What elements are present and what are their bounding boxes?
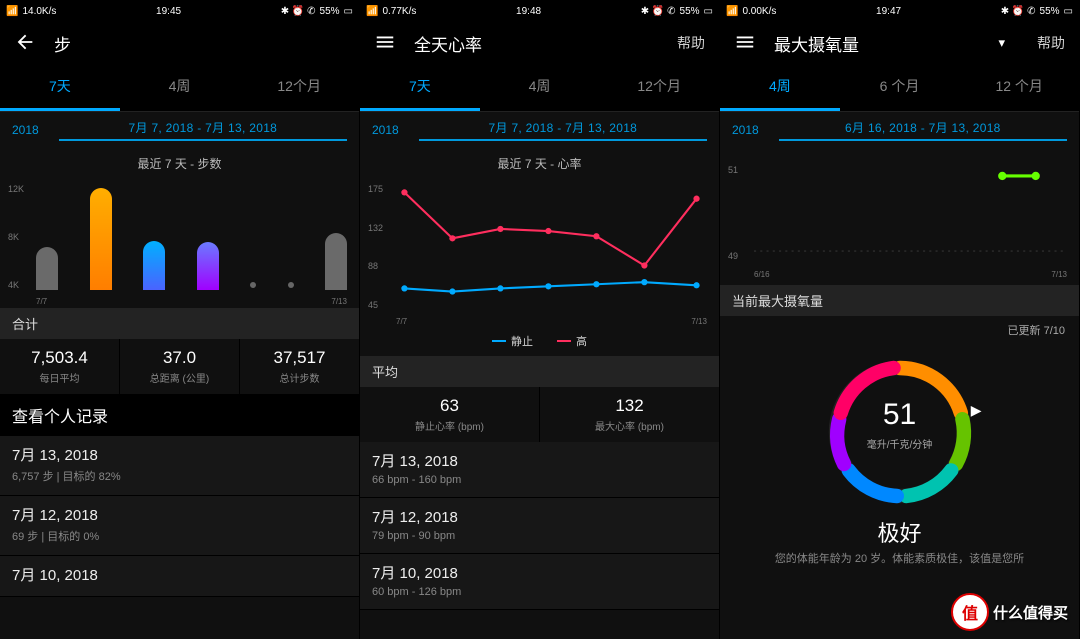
records-heading[interactable]: 查看个人记录 [0,394,359,436]
updated-label: 已更新 7/10 [720,316,1079,344]
stat-rest-hr: 63静止心率 (bpm) [360,387,540,442]
steps-bar-chart[interactable]: 12K8K4K 7/77/13 [0,178,359,308]
chart-title: 最近 7 天 - 心率 [360,155,719,172]
page-title: 全天心率 [414,31,659,56]
tab-7d[interactable]: 7天 [0,64,120,111]
app-bar: 全天心率 帮助 [360,22,719,64]
date-range: 6月 16, 2018 - 7月 13, 2018 [779,119,1067,141]
date-range-row[interactable]: 2018 7月 7, 2018 - 7月 13, 2018 [0,112,359,145]
year-label: 2018 [12,123,39,137]
vo2-description: 您的体能年龄为 20 岁。体能素质极佳，该值是您所 [759,548,1040,567]
tab-4w[interactable]: 4周 [720,64,840,111]
average-stats: 63静止心率 (bpm) 132最大心率 (bpm) [360,387,719,442]
current-vo2-label: 当前最大摄氧量 [720,285,1079,316]
list-item[interactable]: 7月 12, 201879 bpm - 90 bpm [360,498,719,554]
screen-vo2max: 📶0.00K/s 19:47 ✱ ⏰ ✆55%▭ 最大摄氧量 ▾ 帮助 4周 6… [720,0,1080,639]
chart-title: 最近 7 天 - 步数 [0,155,359,172]
page-title: 步 [54,31,345,56]
chart-legend: 静止 高 [360,328,719,356]
date-range: 7月 7, 2018 - 7月 13, 2018 [59,119,347,141]
screen-heart-rate: 📶0.77K/s 19:48 ✱ ⏰ ✆55%▭ 全天心率 帮助 7天 4周 1… [360,0,720,639]
stat-daily-avg: 7,503.4每日平均 [0,339,120,394]
y-axis: 5149 [728,165,738,261]
screen-steps: 📶14.0K/s 19:45 ✱ ⏰ ✆55%▭ 步 7天 4周 12个月 20… [0,0,360,639]
dropdown-icon[interactable]: ▾ [998,35,1005,51]
tab-4w[interactable]: 4周 [120,64,240,111]
year-label: 2018 [732,123,759,137]
y-axis: 12K8K4K [8,184,24,290]
menu-icon[interactable] [374,31,396,56]
app-bar: 最大摄氧量 ▾ 帮助 [720,22,1079,64]
app-bar: 步 [0,22,359,64]
list-item[interactable]: 7月 13, 20186,757 步 | 目标的 82% [0,436,359,496]
vo2-rating: 极好 [877,516,921,548]
back-icon[interactable] [14,31,36,56]
help-link[interactable]: 帮助 [677,33,705,53]
tab-6m[interactable]: 6 个月 [840,64,960,111]
tab-12m[interactable]: 12 个月 [959,64,1079,111]
play-icon[interactable]: ▶ [971,402,982,419]
status-bar: 📶14.0K/s 19:45 ✱ ⏰ ✆55%▭ [0,0,359,22]
vo2-line-chart[interactable]: 5149 6/167/13 [720,145,1079,285]
watermark-text: 什么值得买 [993,602,1068,623]
summary-stats: 7,503.4每日平均 37.0总距离 (公里) 37,517总计步数 [0,339,359,394]
watermark-icon: 值 [951,593,989,631]
tabs: 4周 6 个月 12 个月 [720,64,1079,112]
stat-distance: 37.0总距离 (公里) [120,339,240,394]
watermark: 值 什么值得买 [951,593,1068,631]
date-range: 7月 7, 2018 - 7月 13, 2018 [419,119,707,141]
gauge-icon [820,352,980,512]
date-range-row[interactable]: 2018 6月 16, 2018 - 7月 13, 2018 [720,112,1079,145]
tab-12m[interactable]: 12个月 [599,64,719,111]
hr-line-chart[interactable]: 1751328845 7/77/13 [360,178,719,328]
average-label: 平均 [360,356,719,387]
list-item[interactable]: 7月 10, 2018 [0,556,359,597]
vo2-value: 51 [820,398,980,432]
stat-total-steps: 37,517总计步数 [240,339,359,394]
tabs: 7天 4周 12个月 [0,64,359,112]
date-range-row[interactable]: 2018 7月 7, 2018 - 7月 13, 2018 [360,112,719,145]
line-svg [754,153,1067,268]
menu-icon[interactable] [734,31,756,56]
tabs: 7天 4周 12个月 [360,64,719,112]
status-bar: 📶0.77K/s 19:48 ✱ ⏰ ✆55%▭ [360,0,719,22]
status-bar: 📶0.00K/s 19:47 ✱ ⏰ ✆55%▭ [720,0,1079,22]
vo2-gauge[interactable]: 51 毫升/千克/分钟 ▶ 极好 您的体能年龄为 20 岁。体能素质极佳，该值是… [720,344,1079,567]
list-item[interactable]: 7月 12, 201869 步 | 目标的 0% [0,496,359,556]
list-item[interactable]: 7月 13, 201866 bpm - 160 bpm [360,442,719,498]
tab-4w[interactable]: 4周 [480,64,600,111]
year-label: 2018 [372,123,399,137]
help-link[interactable]: 帮助 [1037,33,1065,53]
summary-label: 合计 [0,308,359,339]
vo2-unit: 毫升/千克/分钟 [820,436,980,451]
tab-7d[interactable]: 7天 [360,64,480,111]
tab-12m[interactable]: 12个月 [239,64,359,111]
y-axis: 1751328845 [368,184,383,310]
stat-max-hr: 132最大心率 (bpm) [540,387,719,442]
line-svg [394,182,707,307]
list-item[interactable]: 7月 10, 201860 bpm - 126 bpm [360,554,719,610]
page-title: 最大摄氧量 [774,31,980,56]
